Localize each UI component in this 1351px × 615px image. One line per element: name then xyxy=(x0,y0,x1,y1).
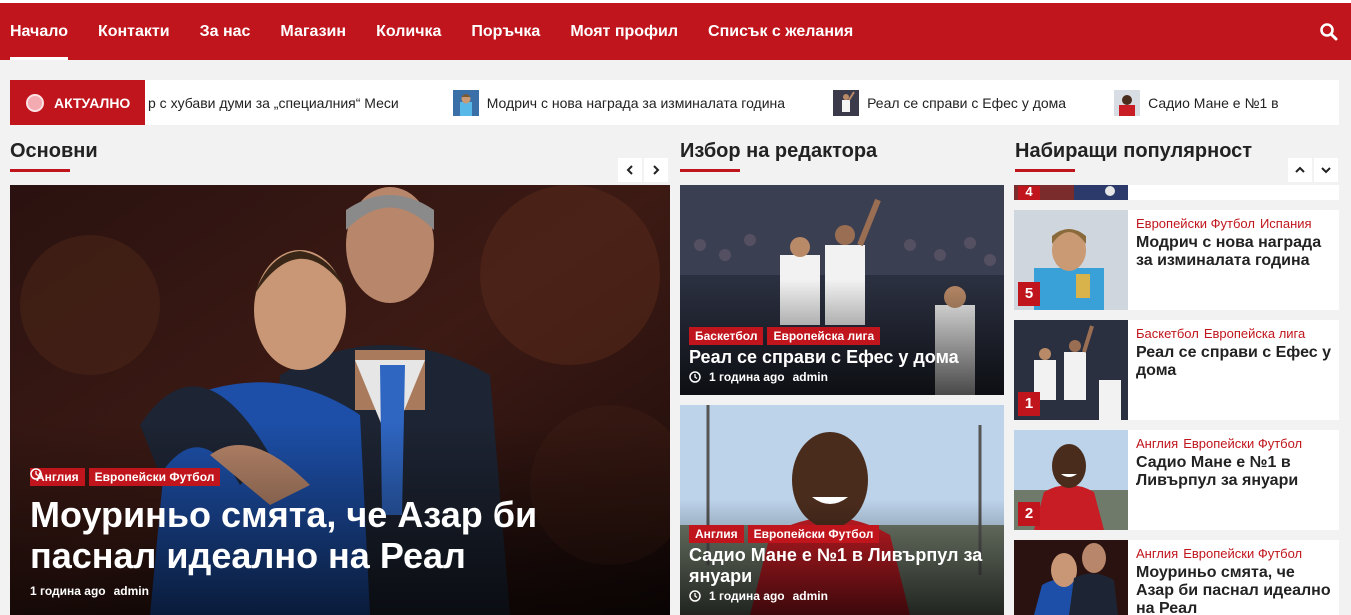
nav-checkout[interactable]: Поръчка xyxy=(471,3,540,60)
trending-title[interactable]: Модрич с нова награда за изминалата годи… xyxy=(1136,234,1336,270)
post-meta: 1 година ago admin xyxy=(689,370,999,384)
main-story-overlay: Англия Европейски Футбол Моуриньо смята, … xyxy=(30,468,590,598)
trending-item[interactable]: Англия Европейски Футбол Моуриньо смята, … xyxy=(1014,540,1339,615)
category-link[interactable]: Англия xyxy=(1136,436,1178,451)
editor-pick-card[interactable]: Англия Европейски Футбол Садио Мане е №1 … xyxy=(680,405,1004,615)
section-title-trending: Набиращи популярност xyxy=(1015,140,1253,162)
trending-item[interactable]: 2 Англия Европейски Футбол Садио Мане е №… xyxy=(1014,430,1339,530)
category-link[interactable]: Европейски Футбол xyxy=(1183,436,1302,451)
nav-wishlist[interactable]: Списък с желания xyxy=(708,3,853,60)
editor-pick-title[interactable]: Садио Мане е №1 в Ливърпул за януари xyxy=(689,545,999,587)
post-author[interactable]: admin xyxy=(114,584,149,598)
nav-shop[interactable]: Магазин xyxy=(280,3,346,60)
ticker-item[interactable]: Модрич с нова награда за изминалата годи… xyxy=(452,89,786,116)
ticker-label: АКТУАЛНО xyxy=(10,80,145,125)
trending-thumbnail xyxy=(1014,540,1128,615)
ticker-item-text: Модрич с нова награда за изминалата годи… xyxy=(486,94,786,111)
trending-categories: Англия Европейски Футбол xyxy=(1136,436,1307,451)
ticker-thumbnail xyxy=(833,89,860,116)
chevron-right-icon xyxy=(653,165,660,175)
section-underline xyxy=(10,169,70,172)
post-time: 1 година ago xyxy=(709,589,785,603)
ticker-thumbnail xyxy=(1114,89,1141,116)
chevron-down-icon xyxy=(1321,167,1331,174)
search-icon[interactable] xyxy=(1319,22,1339,42)
post-meta: 1 година ago admin xyxy=(689,589,999,603)
ticker-label-text: АКТУАЛНО xyxy=(54,94,131,111)
trending-categories: Баскетбол Европейска лига xyxy=(1136,326,1310,341)
chevron-up-icon xyxy=(1295,166,1305,173)
category-link[interactable]: Европейски Футбол xyxy=(1183,546,1302,561)
ticker-item[interactable]: р с хубави думи за „специалния“ Меси xyxy=(148,95,399,111)
live-dot-icon xyxy=(26,93,44,112)
post-time: 1 година ago xyxy=(30,584,106,598)
carousel-next-button[interactable] xyxy=(644,158,668,182)
ticker-item[interactable]: Реал се справи с Ефес у дома xyxy=(833,89,1067,116)
section-underline xyxy=(1015,169,1075,172)
trending-categories: Европейски Футбол Испания xyxy=(1136,216,1317,231)
editor-pick-overlay: Баскетбол Европейска лига Реал се справи … xyxy=(689,327,999,384)
category-tags: Англия Европейски Футбол xyxy=(30,468,590,486)
top-navigation: Начало Контакти За нас Магазин Количка П… xyxy=(0,0,1351,60)
editor-pick-card[interactable]: Баскетбол Европейска лига Реал се справи … xyxy=(680,185,1004,395)
section-title-editor: Избор на редактора xyxy=(680,140,878,162)
post-meta: 1 година ago admin xyxy=(30,468,590,598)
chevron-left-icon xyxy=(626,165,633,175)
trending-title[interactable]: Садио Мане е №1 в Ливърпул за януари xyxy=(1136,454,1336,490)
trending-rank: 2 xyxy=(1018,502,1040,526)
trending-item[interactable]: 1 Баскетбол Европейска лига Реал се справ… xyxy=(1014,320,1339,420)
trending-item[interactable]: 4 xyxy=(1014,185,1339,200)
ticker-item-text: Реал се справи с Ефес у дома xyxy=(867,94,1067,111)
trending-rank: 1 xyxy=(1018,392,1040,416)
trending-down-button[interactable] xyxy=(1314,158,1338,182)
post-author[interactable]: admin xyxy=(793,589,828,603)
category-link[interactable]: Европейска лига xyxy=(1204,326,1305,341)
main-story-card[interactable]: Англия Европейски Футбол Моуриньо смята, … xyxy=(10,185,670,615)
editor-pick-overlay: Англия Европейски Футбол Садио Мане е №1 … xyxy=(689,525,999,603)
nav-contacts[interactable]: Контакти xyxy=(98,3,170,60)
section-title-main: Основни xyxy=(10,140,98,162)
category-link[interactable]: Европейски Футбол xyxy=(1136,216,1255,231)
post-time: 1 година ago xyxy=(709,370,785,384)
nav-cart[interactable]: Количка xyxy=(376,3,441,60)
category-link[interactable]: Испания xyxy=(1260,216,1312,231)
category-link[interactable]: Баскетбол xyxy=(1136,326,1199,341)
post-author[interactable]: admin xyxy=(793,370,828,384)
category-tag[interactable]: Европейска лига xyxy=(767,327,881,345)
editor-pick-title[interactable]: Реал се справи с Ефес у дома xyxy=(689,347,999,368)
clock-icon xyxy=(30,468,42,480)
ticker-track: р с хубави думи за „специалния“ Меси Мод… xyxy=(148,80,1327,125)
ticker-thumbnail xyxy=(452,89,479,116)
category-tags: Англия Европейски Футбол xyxy=(689,525,999,543)
clock-icon xyxy=(689,371,701,383)
trending-item[interactable]: 5 Европейски Футбол Испания Модрич с нова… xyxy=(1014,210,1339,310)
trending-categories: Англия Европейски Футбол xyxy=(1136,546,1307,561)
category-link[interactable]: Англия xyxy=(1136,546,1178,561)
category-tag[interactable]: Европейски Футбол xyxy=(88,468,221,486)
nav-my-profile[interactable]: Моят профил xyxy=(570,3,678,60)
news-ticker: АКТУАЛНО р с хубави думи за „специалния“… xyxy=(10,80,1339,125)
ticker-item-text: р с хубави думи за „специалния“ Меси xyxy=(148,94,399,111)
nav-home[interactable]: Начало xyxy=(10,3,68,60)
clock-icon xyxy=(689,590,701,602)
category-tags: Баскетбол Европейска лига xyxy=(689,327,999,345)
nav-about[interactable]: За нас xyxy=(200,3,251,60)
carousel-prev-button[interactable] xyxy=(618,158,642,182)
ticker-item[interactable]: Садио Мане е №1 в xyxy=(1114,89,1279,116)
category-tag[interactable]: Англия xyxy=(689,525,744,543)
trending-up-button[interactable] xyxy=(1288,158,1312,182)
ticker-item-text: Садио Мане е №1 в xyxy=(1148,94,1279,111)
trending-title[interactable]: Моуриньо смята, че Азар би паснал идеалн… xyxy=(1136,564,1336,615)
category-tag[interactable]: Баскетбол xyxy=(689,327,764,345)
main-menu: Начало Контакти За нас Магазин Количка П… xyxy=(10,3,883,60)
section-underline xyxy=(680,169,740,172)
category-tag[interactable]: Европейски Футбол xyxy=(747,525,880,543)
trending-rank: 4 xyxy=(1018,185,1040,200)
trending-rank: 5 xyxy=(1018,282,1040,306)
main-story-title[interactable]: Моуриньо смята, че Азар би паснал идеалн… xyxy=(30,494,590,576)
trending-title[interactable]: Реал се справи с Ефес у дома xyxy=(1136,344,1336,380)
